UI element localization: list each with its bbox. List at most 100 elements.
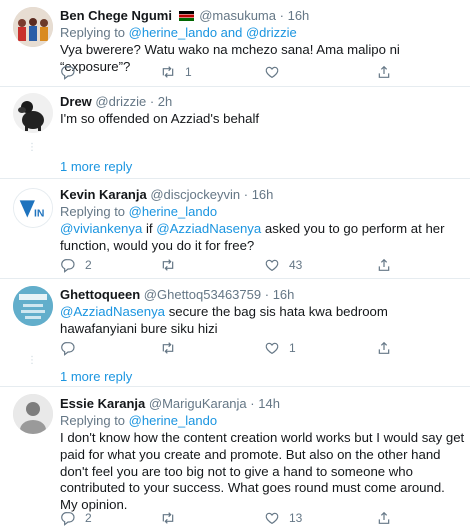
mention-link[interactable]: @viviankenya (60, 221, 142, 236)
user-handle[interactable]: @drizzie (95, 94, 146, 109)
heart-icon (264, 340, 280, 356)
tweet-actions: 2 13 (60, 510, 400, 526)
tweet-ben-chege[interactable]: Ben Chege Ngumi @masukuma · 16h Replying… (0, 0, 470, 86)
vin-logo-icon: IN (14, 189, 52, 227)
tweet-text: @AzziadNasenya secure the bag sis hata k… (60, 304, 465, 338)
display-name[interactable]: Drew (60, 94, 92, 109)
separator: · (149, 94, 155, 109)
separator: · (264, 287, 270, 302)
tweet-text: @viviankenya if @AzziadNasenya asked you… (60, 221, 465, 255)
replying-to-links[interactable]: @herine_lando and @drizzie (129, 25, 297, 40)
share-button[interactable] (376, 510, 392, 526)
display-name[interactable]: Ghettoqueen (60, 287, 140, 302)
heart-icon (264, 257, 280, 273)
profile-graphic-icon (13, 286, 53, 326)
tweet-drew[interactable]: Drew @drizzie · 2h I'm so offended on Az… (0, 87, 470, 178)
retweet-icon (160, 257, 176, 273)
replying-label: Replying to (60, 204, 126, 219)
replying-label: Replying to (60, 25, 126, 40)
avatar[interactable] (13, 286, 53, 326)
display-name[interactable]: Essie Karanja (60, 396, 145, 411)
like-button[interactable]: 13 (264, 510, 302, 526)
separator: · (243, 187, 249, 202)
thread-dots: ⋮ (27, 142, 37, 153)
replying-label: Replying to (60, 413, 126, 428)
retweet-button[interactable] (160, 257, 185, 273)
reply-button[interactable] (60, 64, 85, 80)
thread-dots: ⋮ (27, 355, 37, 366)
separator: · (279, 8, 284, 23)
reply-icon (60, 340, 76, 356)
like-button[interactable] (264, 64, 289, 80)
tweet-header: Kevin Karanja @discjockeyvin · 16h (60, 187, 273, 202)
like-count: 1 (289, 341, 296, 355)
dog-photo-icon (13, 93, 53, 133)
retweet-icon (160, 340, 176, 356)
share-button[interactable] (376, 64, 392, 80)
user-handle[interactable]: @MariguKaranja (149, 396, 247, 411)
more-replies-link[interactable]: 1 more reply (60, 159, 132, 174)
timestamp[interactable]: 2h (158, 94, 172, 109)
mention-link[interactable]: @AzziadNasenya (156, 221, 261, 236)
timestamp[interactable]: 16h (288, 8, 310, 23)
heart-icon (264, 64, 280, 80)
tweet-actions: 1 (60, 64, 400, 80)
tweet-header: Ghettoqueen @Ghettoq53463759 · 16h (60, 287, 294, 302)
avatar[interactable]: IN (13, 188, 53, 228)
reply-icon (60, 64, 76, 80)
tweet-actions: 2 43 (60, 257, 400, 273)
tweet-ghettoqueen[interactable]: Ghettoqueen @Ghettoq53463759 · 16h @Azzi… (0, 279, 470, 384)
display-name[interactable]: Kevin Karanja (60, 187, 147, 202)
retweet-button[interactable] (160, 510, 185, 526)
share-icon (376, 64, 392, 80)
separator: · (250, 396, 255, 411)
replying-to-line: Replying to @herine_lando (60, 204, 217, 219)
replying-to-link[interactable]: @herine_lando (129, 413, 217, 428)
group-photo-icon (13, 7, 53, 47)
like-count: 13 (289, 511, 303, 525)
more-replies-link[interactable]: 1 more reply (60, 369, 132, 384)
retweet-button[interactable]: 1 (160, 64, 192, 80)
share-icon (376, 257, 392, 273)
avatar[interactable] (13, 394, 53, 434)
tweet-kevin-karanja[interactable]: IN Kevin Karanja @discjockeyvin · 16h Re… (0, 179, 470, 278)
reply-button[interactable]: 2 (60, 510, 92, 526)
replying-to-line: Replying to @herine_lando (60, 413, 217, 428)
replying-to-link[interactable]: @herine_lando (129, 204, 217, 219)
share-button[interactable] (376, 340, 392, 356)
tweet-text-part: if (142, 221, 157, 236)
tweet-text: I don't know how the content creation wo… (60, 430, 465, 513)
person-photo-icon (13, 394, 53, 434)
kenya-flag-icon (178, 11, 194, 21)
like-count: 43 (289, 258, 303, 272)
replying-to-line: Replying to @herine_lando and @drizzie (60, 25, 297, 40)
share-icon (376, 510, 392, 526)
user-handle[interactable]: @Ghettoq53463759 (144, 287, 261, 302)
retweet-icon (160, 64, 176, 80)
tweet-actions: 1 (60, 340, 400, 356)
reply-button[interactable] (60, 340, 85, 356)
display-name[interactable]: Ben Chege Ngumi (60, 8, 172, 23)
tweet-header: Drew @drizzie · 2h (60, 94, 172, 109)
timestamp[interactable]: 14h (258, 396, 280, 411)
share-button[interactable] (376, 257, 392, 273)
tweet-essie-karanja[interactable]: Essie Karanja @MariguKaranja · 14h Reply… (0, 387, 470, 519)
timestamp[interactable]: 16h (252, 187, 274, 202)
tweet-header: Ben Chege Ngumi @masukuma · 16h (60, 8, 309, 23)
retweet-count: 1 (185, 65, 192, 79)
heart-icon (264, 510, 280, 526)
tweet-header: Essie Karanja @MariguKaranja · 14h (60, 396, 280, 411)
reply-button[interactable]: 2 (60, 257, 92, 273)
retweet-button[interactable] (160, 340, 185, 356)
user-handle[interactable]: @masukuma (199, 8, 276, 23)
like-button[interactable]: 1 (264, 340, 296, 356)
tweet-text: I'm so offended on Azziad's behalf (60, 111, 260, 126)
avatar[interactable] (13, 93, 53, 133)
like-button[interactable]: 43 (264, 257, 302, 273)
user-handle[interactable]: @discjockeyvin (150, 187, 240, 202)
mention-link[interactable]: @AzziadNasenya (60, 304, 165, 319)
share-icon (376, 340, 392, 356)
reply-icon (60, 257, 76, 273)
timestamp[interactable]: 16h (273, 287, 295, 302)
avatar[interactable] (13, 7, 53, 47)
